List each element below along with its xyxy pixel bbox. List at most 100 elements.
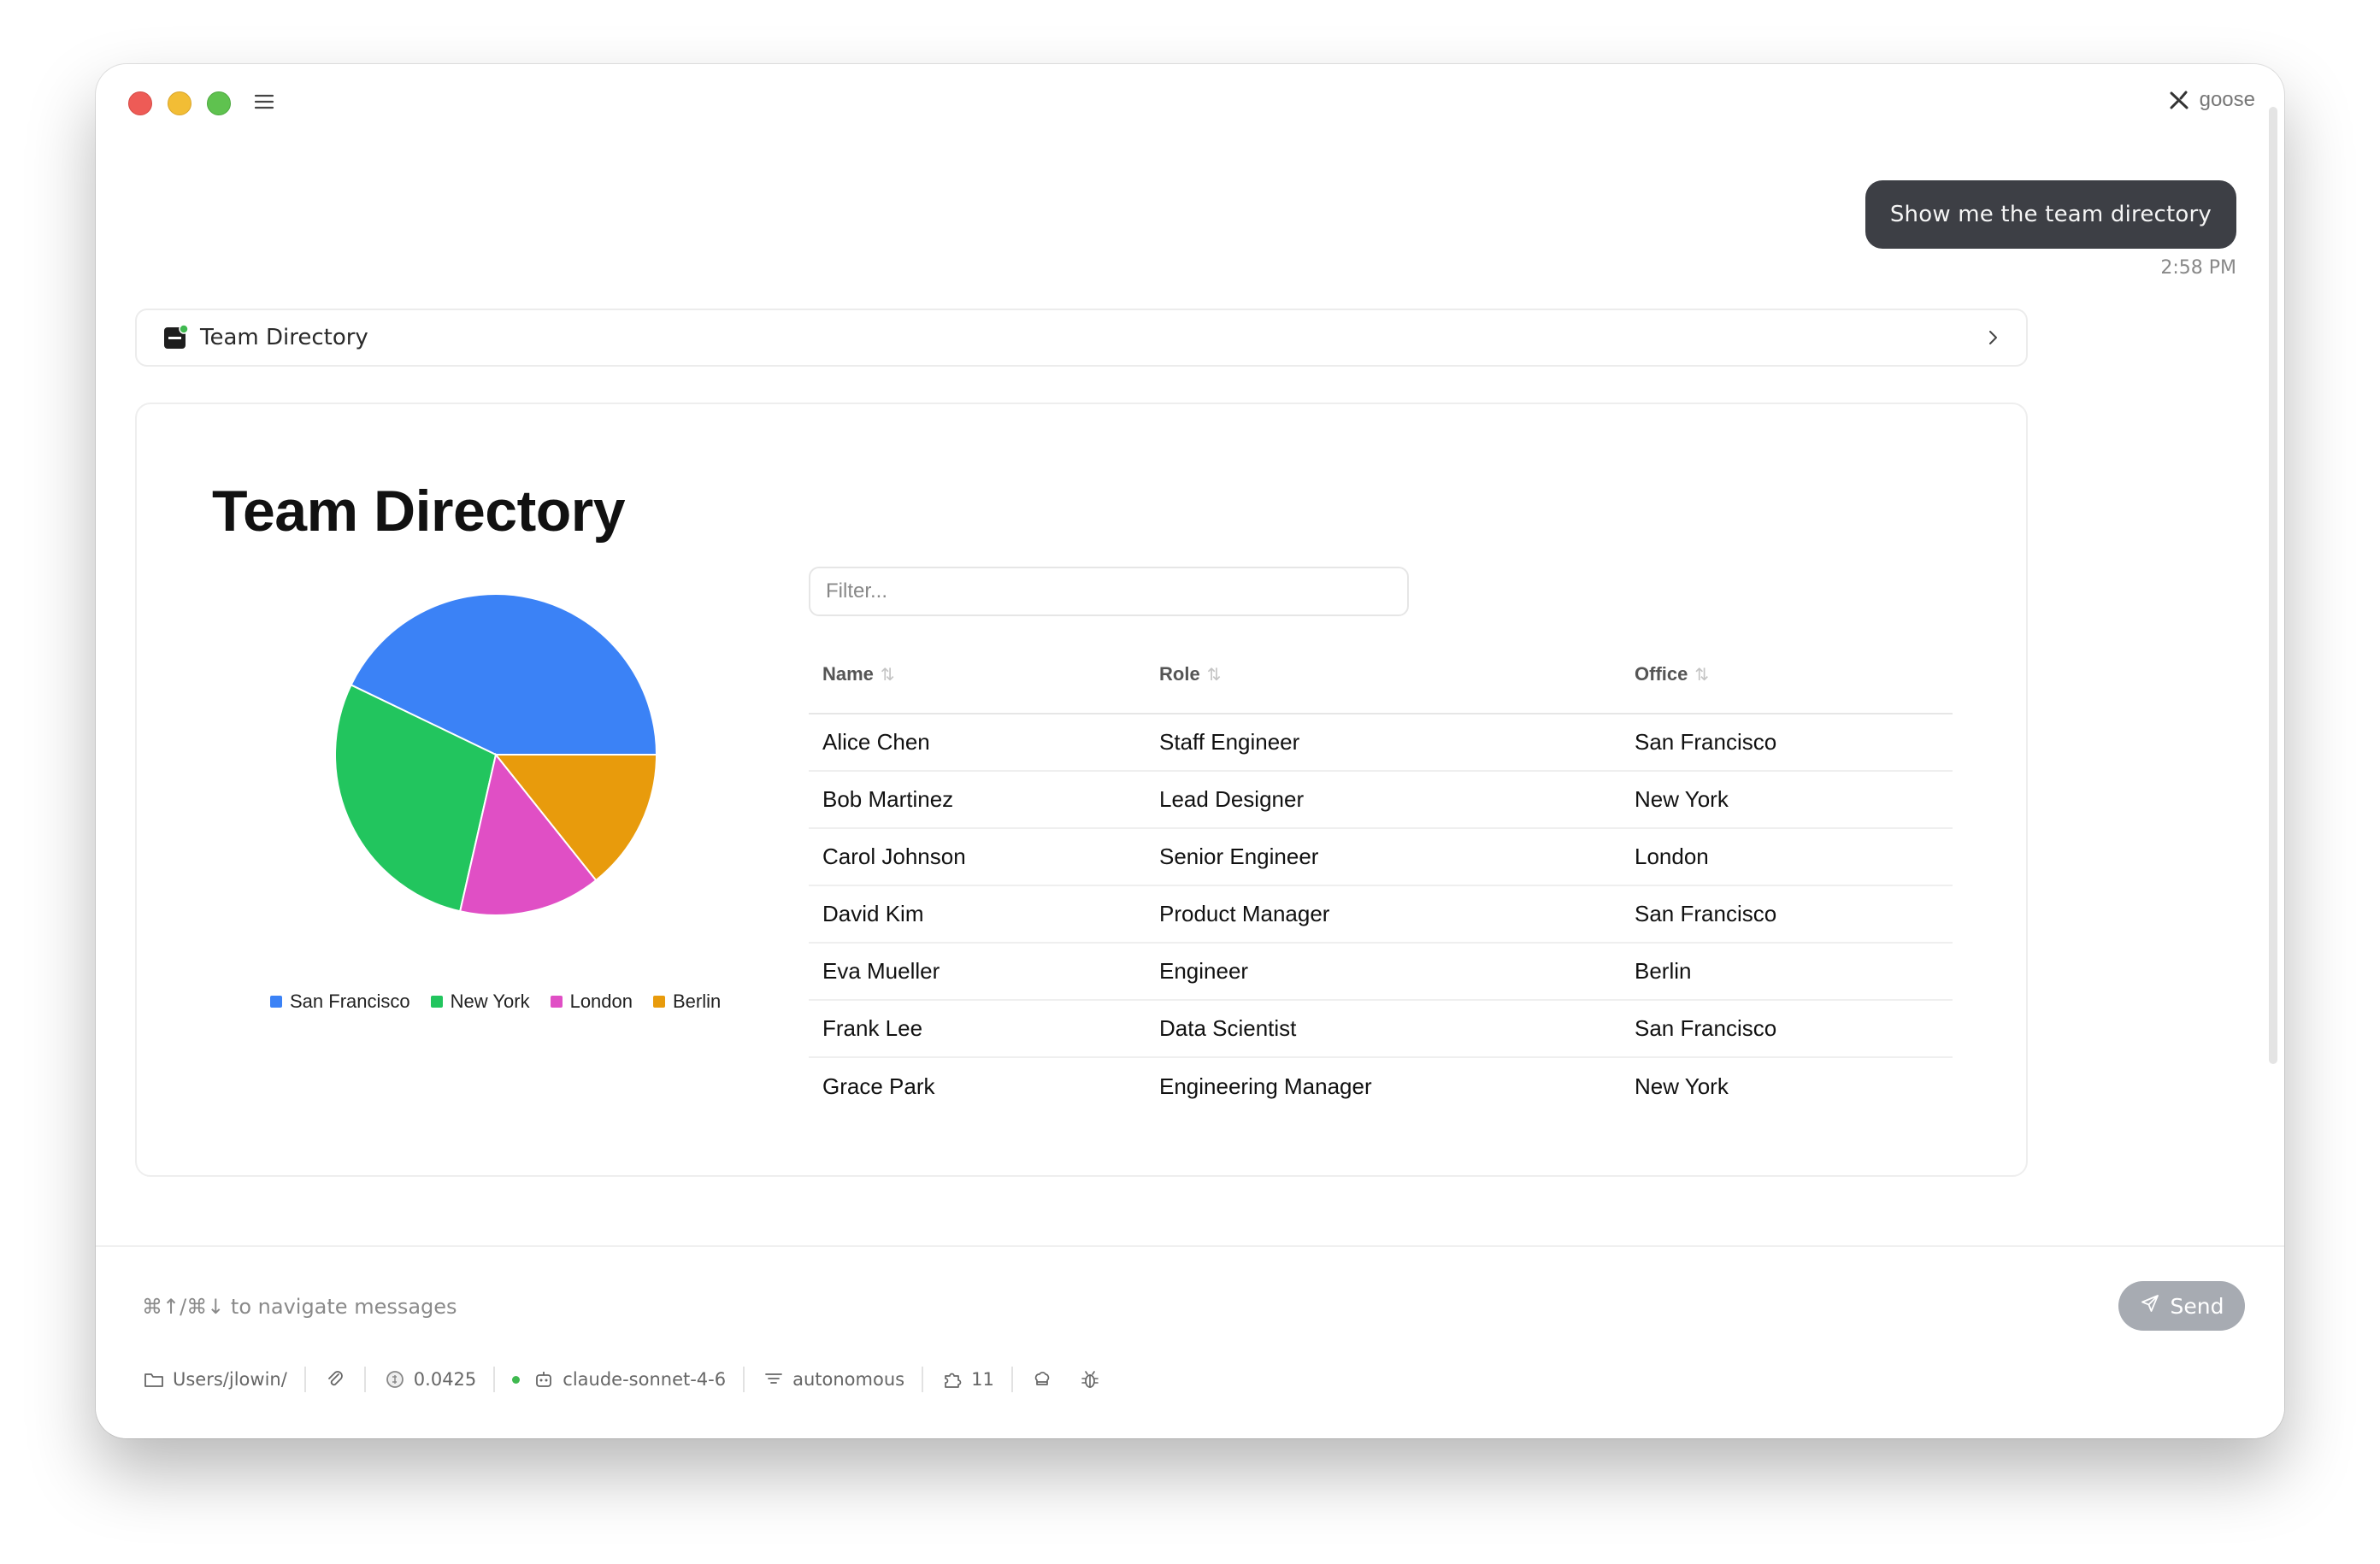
legend-swatch (653, 996, 665, 1008)
divider (922, 1367, 924, 1392)
cell-name: Bob Martinez (809, 771, 1146, 829)
team-directory-card: Team Directory San Francisco New York Lond… (135, 403, 2028, 1177)
cell-office: Berlin (1621, 943, 1953, 1001)
close-window-button[interactable] (128, 91, 152, 115)
cell-name: Alice Chen (809, 714, 1146, 772)
status-bar: Users/jlowin/ 0.0425 claude-sonnet-4-6 a… (142, 1367, 1102, 1392)
divider (303, 1367, 306, 1392)
filter-lines-icon (762, 1367, 786, 1391)
hamburger-menu-icon[interactable] (252, 90, 276, 114)
status-dot-icon (512, 1375, 521, 1384)
table-row[interactable]: Eva Mueller Engineer Berlin (809, 943, 1953, 1001)
message-input[interactable]: ⌘↑/⌘↓ to navigate messages (142, 1295, 457, 1319)
cell-name: Frank Lee (809, 1000, 1146, 1058)
app-brand: goose (2167, 88, 2255, 112)
table-row[interactable]: Carol Johnson Senior Engineer London (809, 828, 1953, 886)
puzzle-icon (940, 1367, 964, 1391)
cell-role: Staff Engineer (1146, 714, 1621, 772)
cell-name: Carol Johnson (809, 828, 1146, 886)
model-name: claude-sonnet-4-6 (563, 1369, 727, 1390)
window-controls (128, 91, 231, 115)
cell-role: Senior Engineer (1146, 828, 1621, 886)
column-header-office[interactable]: Office ⇅ (1621, 635, 1953, 714)
maximize-window-button[interactable] (207, 91, 231, 115)
legend-swatch (430, 996, 443, 1008)
send-button[interactable]: Send (2118, 1281, 2245, 1331)
model-selector[interactable]: claude-sonnet-4-6 (512, 1367, 726, 1391)
cell-office: San Francisco (1621, 1000, 1953, 1058)
chat-scrollbar[interactable] (2269, 107, 2277, 1064)
app-window: goose Show me the team directory 2:58 PM… (96, 64, 2284, 1438)
send-label: Send (2170, 1293, 2224, 1319)
extensions-count: 11 (971, 1369, 994, 1390)
mode-name: autonomous (792, 1369, 905, 1390)
cell-role: Engineer (1146, 943, 1621, 1001)
cell-office: San Francisco (1621, 714, 1953, 772)
goose-logo-icon (2167, 88, 2191, 112)
app-window-icon (162, 324, 189, 350)
divider (1010, 1367, 1013, 1392)
minimize-window-button[interactable] (168, 91, 191, 115)
legend-swatch (550, 996, 563, 1008)
directory-table: Name ⇅ Role ⇅ Office ⇅ Alice Chen Staff Engi… (809, 635, 1953, 1114)
legend-item: Berlin (653, 991, 721, 1013)
sort-icon[interactable]: ⇅ (1694, 666, 1709, 685)
divider (493, 1367, 496, 1392)
cell-office: New York (1621, 771, 1953, 829)
column-header-name[interactable]: Name ⇅ (809, 635, 1146, 714)
chart-legend: San Francisco New York London Berlin (270, 991, 721, 1013)
legend-label: New York (450, 991, 530, 1012)
chevron-right-icon[interactable] (1983, 328, 2002, 347)
table-header-row: Name ⇅ Role ⇅ Office ⇅ (809, 635, 1953, 714)
table-row[interactable]: Grace Park Engineering Manager New York (809, 1057, 1953, 1114)
paperclip-icon (323, 1367, 347, 1391)
recipe-button[interactable] (1030, 1367, 1054, 1391)
legend-label: Berlin (673, 991, 722, 1012)
legend-item: New York (430, 991, 530, 1013)
attach-button[interactable] (323, 1367, 347, 1391)
divider (743, 1367, 745, 1392)
cell-name: Grace Park (822, 1073, 935, 1099)
legend-item: London (550, 991, 633, 1013)
cell-role: Engineering Manager (1159, 1073, 1372, 1099)
divider (363, 1367, 366, 1392)
legend-label: San Francisco (290, 991, 410, 1012)
legend-item: San Francisco (270, 991, 410, 1013)
extensions-button[interactable]: 11 (940, 1367, 994, 1391)
cell-office: London (1621, 828, 1953, 886)
chat-composer: ⌘↑/⌘↓ to navigate messages Send Users/jl… (96, 1245, 2284, 1438)
cell-role: Data Scientist (1146, 1000, 1621, 1058)
column-header-role[interactable]: Role ⇅ (1146, 635, 1621, 714)
folder-icon (142, 1367, 166, 1391)
session-cost[interactable]: 0.0425 (383, 1367, 476, 1391)
cell-office: San Francisco (1621, 885, 1953, 944)
legend-label: London (569, 991, 633, 1012)
sort-icon[interactable]: ⇅ (881, 666, 895, 685)
chef-hat-icon (1030, 1367, 1054, 1391)
table-row[interactable]: Bob Martinez Lead Designer New York (809, 771, 1953, 829)
bot-icon (532, 1367, 556, 1391)
user-message-bubble: Show me the team directory (1865, 180, 2236, 249)
tool-call-header[interactable]: Team Directory (135, 309, 2028, 367)
table-row[interactable]: David Kim Product Manager San Francisco (809, 885, 1953, 944)
table-row[interactable]: Frank Lee Data Scientist San Francisco (809, 1000, 1953, 1058)
send-icon (2140, 1293, 2160, 1319)
filter-input[interactable] (809, 567, 1409, 616)
debug-button[interactable] (1078, 1367, 1102, 1391)
bug-icon (1078, 1367, 1102, 1391)
cell-role: Product Manager (1146, 885, 1621, 944)
mode-selector[interactable]: autonomous (762, 1367, 904, 1391)
coin-icon (383, 1367, 407, 1391)
table-row[interactable]: Alice Chen Staff Engineer San Francisco (809, 714, 1953, 772)
cell-role: Lead Designer (1146, 771, 1621, 829)
tool-call-title: Team Directory (200, 325, 368, 350)
working-directory[interactable]: Users/jlowin/ (142, 1367, 287, 1391)
directory-path: Users/jlowin/ (173, 1369, 287, 1390)
cell-name: Eva Mueller (809, 943, 1146, 1001)
legend-swatch (270, 996, 282, 1008)
card-title: Team Directory (212, 479, 626, 544)
user-message-time: 2:58 PM (2160, 257, 2236, 279)
sort-icon[interactable]: ⇅ (1207, 666, 1222, 685)
office-pie-chart (333, 592, 658, 917)
brand-name: goose (2199, 88, 2255, 111)
